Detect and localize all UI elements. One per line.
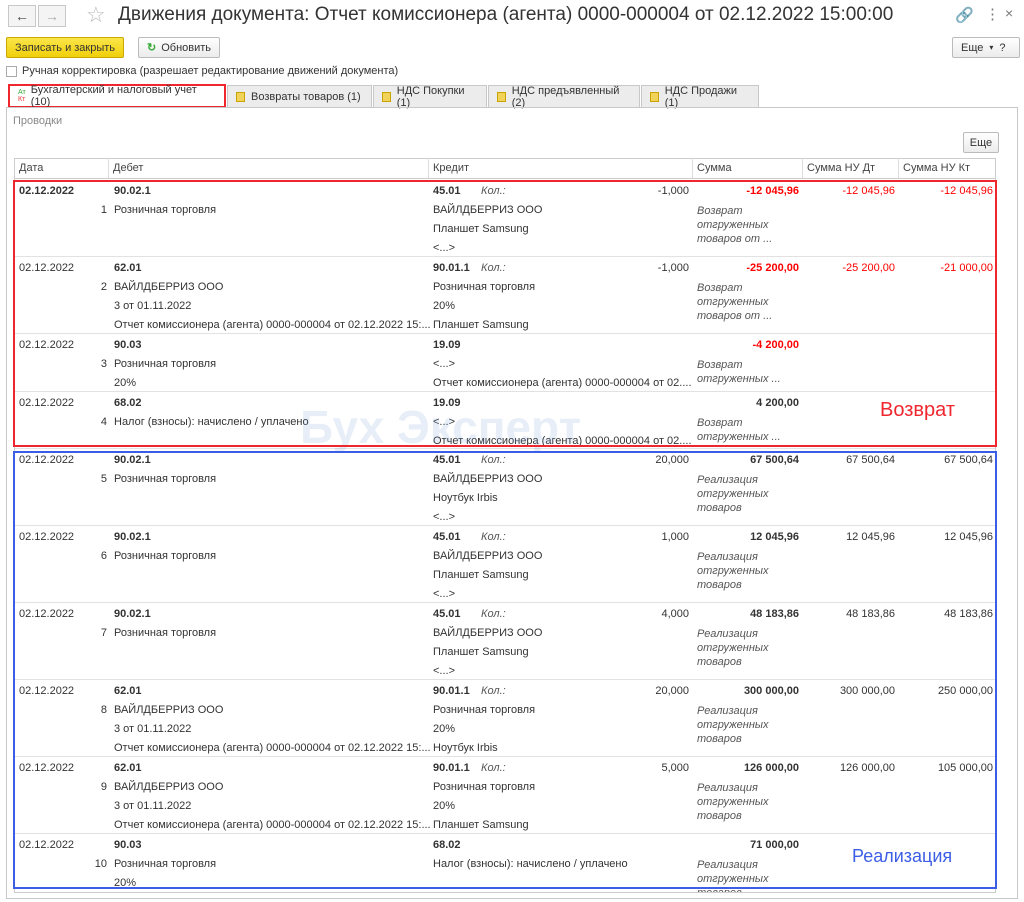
register-icon xyxy=(236,91,245,102)
refresh-icon: ↻ xyxy=(147,42,157,54)
col-credit[interactable]: Кредит xyxy=(429,158,693,178)
tab-vat-presented[interactable]: НДС предъявленный (2) xyxy=(488,84,640,109)
register-icon xyxy=(497,91,506,102)
col-sum-nu-kt[interactable]: Сумма НУ Кт xyxy=(899,158,995,178)
return-highlight-box xyxy=(13,180,997,447)
tab-label: НДС Продажи (1) xyxy=(664,84,738,109)
tab-label: Возвраты товаров (1) xyxy=(251,90,361,103)
more-button[interactable]: Еще ▾? xyxy=(952,37,1020,58)
tab-vat-sales[interactable]: НДС Продажи (1) xyxy=(641,84,759,109)
tab-label: НДС предъявленный (2) xyxy=(511,84,620,109)
back-button[interactable]: ← xyxy=(8,5,36,27)
manual-correction-label: Ручная корректировка (разрешает редактир… xyxy=(22,65,399,77)
col-date[interactable]: Дата xyxy=(15,158,109,178)
dt-kt-icon: Ат Кт xyxy=(18,89,26,103)
forward-button[interactable]: → xyxy=(38,5,66,27)
register-icon xyxy=(650,91,659,102)
link-icon[interactable]: 🔗 xyxy=(955,6,974,24)
close-icon[interactable]: × xyxy=(1005,5,1013,21)
refresh-label: Обновить xyxy=(161,41,212,54)
tab-returns[interactable]: Возвраты товаров (1) xyxy=(227,85,372,107)
save-close-button[interactable]: Записать и закрыть xyxy=(6,37,125,58)
manual-correction-checkbox[interactable] xyxy=(6,66,17,77)
section-label: Проводки xyxy=(13,115,63,127)
col-sum-nu-dt[interactable]: Сумма НУ Дт xyxy=(803,158,899,178)
register-icon xyxy=(382,91,391,102)
sale-highlight-box xyxy=(13,451,997,889)
tab-label: НДС Покупки (1) xyxy=(396,84,465,109)
refresh-button[interactable]: ↻ Обновить xyxy=(138,37,221,58)
menu-dots-icon[interactable]: ⋮ xyxy=(985,5,1000,23)
tab-vat-purchases[interactable]: НДС Покупки (1) xyxy=(373,84,487,109)
table-more-button[interactable]: Еще xyxy=(963,132,999,153)
return-annotation: Возврат xyxy=(880,399,955,421)
help-icon[interactable]: ? xyxy=(999,42,1005,54)
col-sum[interactable]: Сумма xyxy=(693,158,803,178)
header-divider xyxy=(15,178,995,179)
sale-annotation: Реализация xyxy=(852,846,953,866)
favorite-star-icon[interactable]: ☆ xyxy=(86,2,106,28)
col-debit[interactable]: Дебет xyxy=(109,158,429,178)
tab-label: Бухгалтерский и налоговый учет (10) xyxy=(30,84,197,108)
window-title: Движения документа: Отчет комиссионера (… xyxy=(118,4,894,25)
more-label: Еще xyxy=(961,41,984,54)
tab-accounting[interactable]: Ат Кт Бухгалтерский и налоговый учет (10) xyxy=(8,84,226,108)
